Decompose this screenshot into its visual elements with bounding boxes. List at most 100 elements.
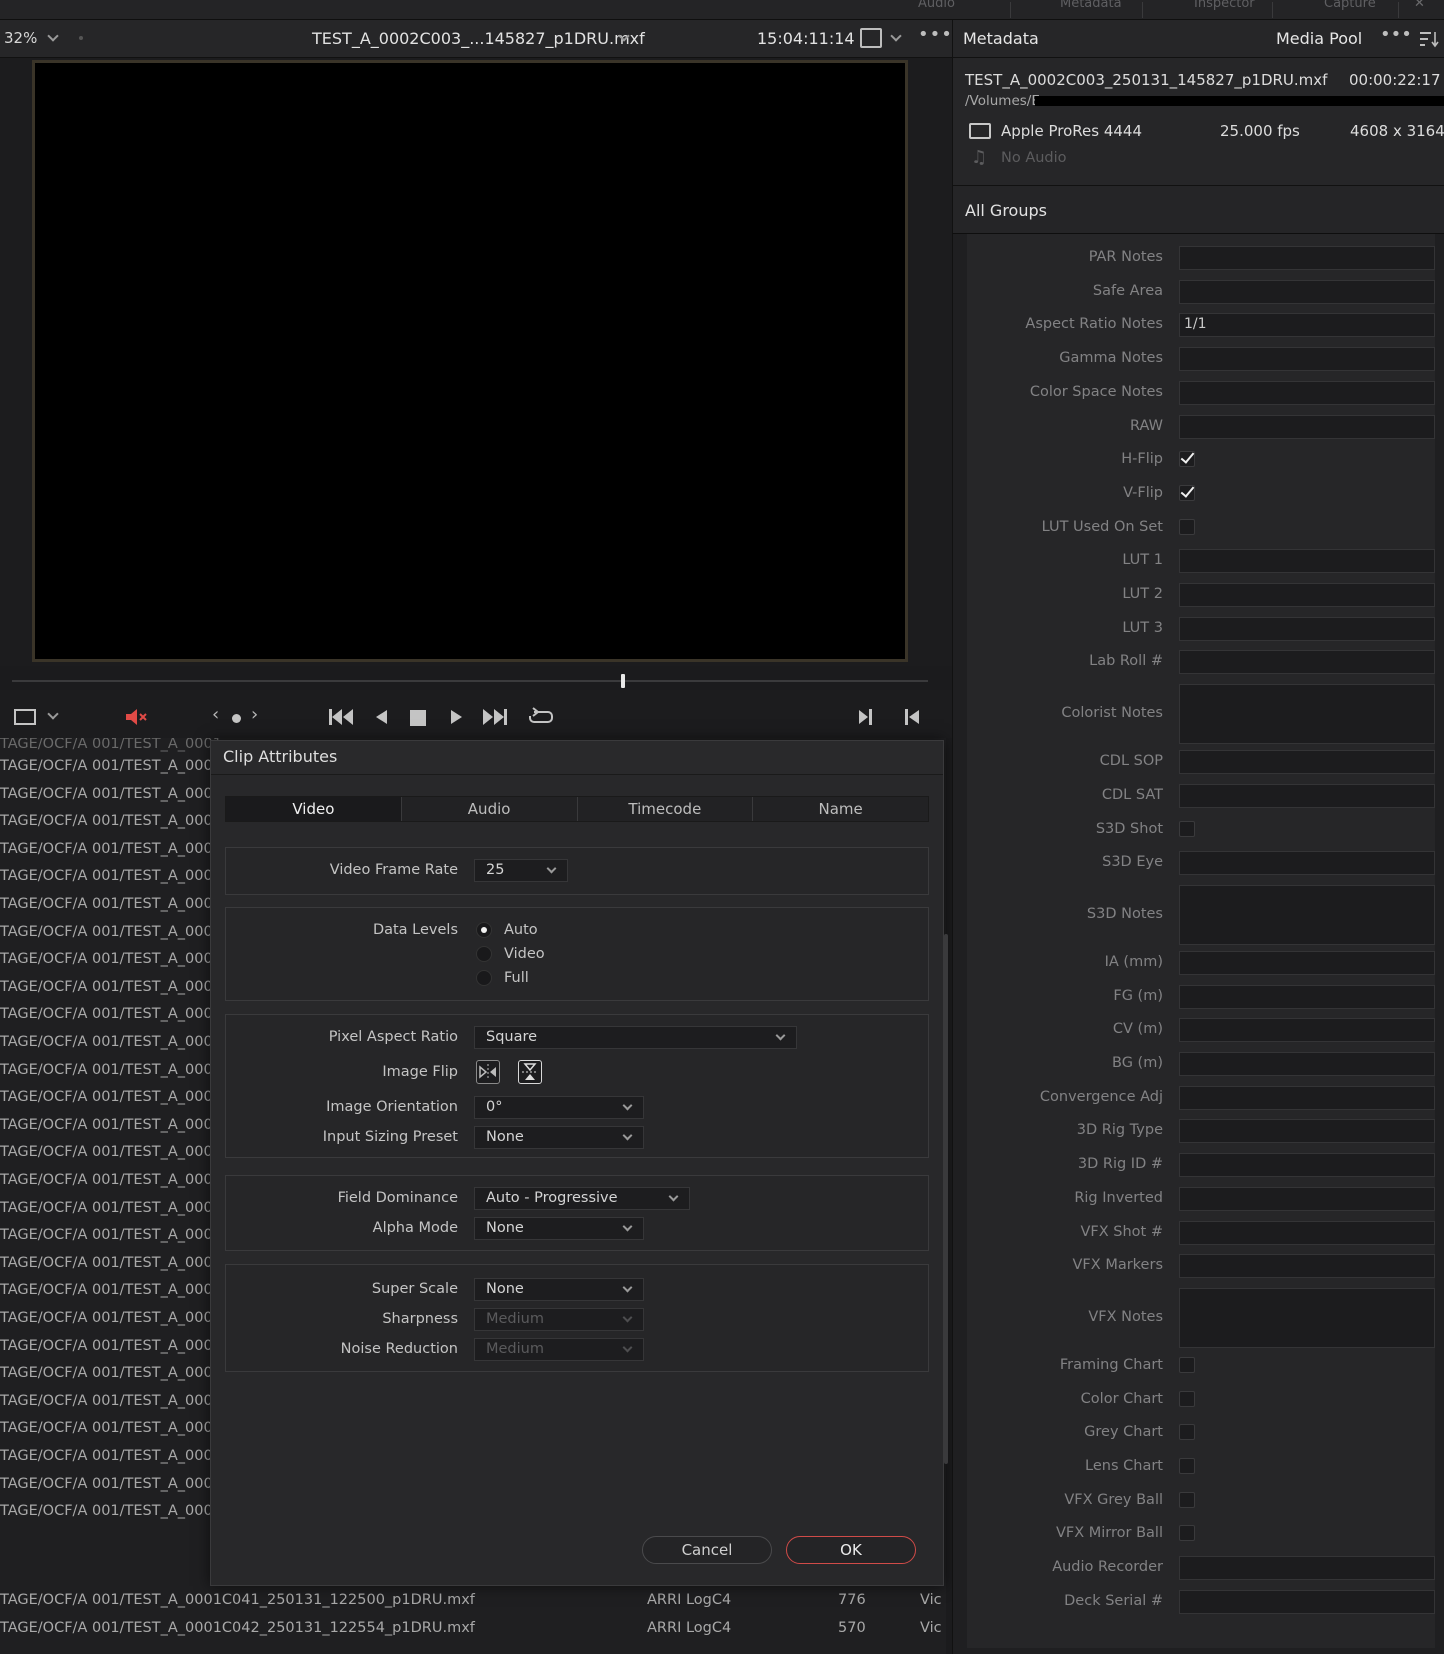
metadata-checkbox[interactable] xyxy=(1179,1458,1195,1474)
metadata-checkbox[interactable] xyxy=(1179,1356,1195,1373)
metadata-text-field[interactable] xyxy=(1179,650,1435,675)
group-label[interactable]: All Groups xyxy=(965,201,1047,220)
marker-dot-icon[interactable] xyxy=(232,714,241,723)
tab-inspector[interactable]: Inspector xyxy=(1194,0,1255,20)
clip-name[interactable]: TEST_A_0002C003_...145827_p1DRU.mxf xyxy=(312,29,645,48)
cancel-button[interactable]: Cancel xyxy=(642,1536,772,1564)
data-levels-video-radio[interactable] xyxy=(476,946,492,962)
video-frame-rate-select[interactable]: 25 xyxy=(474,859,568,882)
transport-controls: ‹ › xyxy=(0,690,952,738)
mark-in-icon[interactable] xyxy=(858,708,874,726)
metadata-text-field[interactable] xyxy=(1179,1153,1435,1178)
metadata-checkbox[interactable] xyxy=(1179,1525,1195,1542)
metadata-group-selector[interactable]: All Groups xyxy=(952,186,1444,234)
metadata-textarea[interactable] xyxy=(1179,1287,1435,1348)
metadata-checkbox[interactable] xyxy=(1179,1491,1195,1508)
metadata-checkbox[interactable] xyxy=(1179,820,1195,837)
metadata-text-field[interactable] xyxy=(1179,1018,1435,1043)
metadata-text-field[interactable] xyxy=(1179,783,1435,808)
monitor-icon[interactable] xyxy=(860,28,882,48)
metadata-text-field[interactable] xyxy=(1179,1186,1435,1211)
chevron-down-icon[interactable] xyxy=(890,30,902,42)
viewer-mode-icon[interactable] xyxy=(14,709,36,725)
metadata-row: CDL SAT xyxy=(967,783,1435,808)
metadata-text-field[interactable] xyxy=(1179,1220,1435,1245)
next-marker-icon[interactable]: › xyxy=(251,704,258,725)
metadata-text-field[interactable] xyxy=(1179,1119,1435,1144)
jump-to-start-icon[interactable] xyxy=(328,708,354,726)
media-pool-button[interactable]: Media Pool xyxy=(1276,29,1362,48)
field-dominance-select[interactable]: Auto - Progressive xyxy=(474,1187,690,1210)
play-reverse-icon[interactable] xyxy=(374,708,388,726)
tab-video[interactable]: Video xyxy=(226,797,402,821)
more-options-icon[interactable]: ••• xyxy=(918,24,953,45)
chevron-down-icon[interactable] xyxy=(47,30,59,42)
chevron-down-icon[interactable] xyxy=(47,708,59,720)
metadata-text-field[interactable] xyxy=(1179,347,1435,372)
mark-out-icon[interactable] xyxy=(904,708,920,726)
metadata-text-field[interactable] xyxy=(1179,851,1435,876)
metadata-text-field[interactable] xyxy=(1179,1589,1435,1614)
image-orientation-select[interactable]: 0° xyxy=(474,1096,644,1119)
input-sizing-preset-select[interactable]: None xyxy=(474,1126,644,1149)
more-options-icon[interactable]: ••• xyxy=(1380,24,1412,45)
tab-metadata[interactable]: Metadata xyxy=(1060,0,1122,20)
tab-audio[interactable]: Audio xyxy=(402,797,578,821)
metadata-text-field[interactable] xyxy=(1179,616,1435,641)
metadata-checkbox[interactable] xyxy=(1179,518,1195,535)
super-scale-select[interactable]: None xyxy=(474,1278,644,1301)
tab-audio[interactable]: Audio xyxy=(918,0,955,20)
bin-scrollbar[interactable] xyxy=(944,934,948,1464)
table-row[interactable]: TAGE/OCF/A 001/TEST_A_0001C041_250131_12… xyxy=(0,1588,946,1615)
metadata-text-field[interactable] xyxy=(1179,950,1435,975)
metadata-text-field[interactable] xyxy=(1179,1052,1435,1076)
alpha-mode-value: None xyxy=(486,1220,524,1236)
tab-name[interactable]: Name xyxy=(753,797,928,821)
divider xyxy=(1142,2,1143,18)
pixel-aspect-ratio-select[interactable]: Square xyxy=(474,1026,797,1049)
metadata-checkbox[interactable] xyxy=(1179,1424,1195,1441)
metadata-text-field[interactable] xyxy=(1179,750,1435,775)
jump-to-end-icon[interactable] xyxy=(482,708,508,726)
loop-icon[interactable] xyxy=(528,706,554,728)
metadata-text-field[interactable] xyxy=(1179,380,1435,405)
scrubber-track[interactable] xyxy=(12,680,928,682)
metadata-checkbox[interactable] xyxy=(1179,451,1195,468)
metadata-text-field[interactable]: 1/1 xyxy=(1179,313,1435,338)
metadata-field-label: S3D Shot xyxy=(1095,820,1163,837)
tab-timecode[interactable]: Timecode xyxy=(578,797,754,821)
data-levels-full-radio[interactable] xyxy=(476,970,492,986)
metadata-text-field[interactable] xyxy=(1179,1085,1435,1110)
table-row[interactable]: TAGE/OCF/A 001/TEST_A_0001C042_250131_12… xyxy=(0,1616,946,1643)
zoom-level[interactable]: 32% xyxy=(4,29,37,47)
tab-capture[interactable]: Capture xyxy=(1324,0,1376,20)
metadata-text-field[interactable] xyxy=(1179,279,1435,304)
data-levels-auto-radio[interactable] xyxy=(476,922,492,938)
horizontal-flip-button[interactable] xyxy=(476,1060,500,1084)
metadata-text-field[interactable] xyxy=(1179,1556,1435,1581)
alpha-mode-select[interactable]: None xyxy=(474,1217,644,1240)
metadata-textarea[interactable] xyxy=(1179,684,1435,745)
metadata-textarea[interactable] xyxy=(1179,884,1435,945)
metadata-text-field[interactable] xyxy=(1179,246,1435,270)
clip-duration: 00:00:22:17 xyxy=(1349,71,1441,89)
playhead[interactable] xyxy=(621,674,625,688)
metadata-checkbox[interactable] xyxy=(1179,484,1195,501)
vertical-flip-button[interactable] xyxy=(518,1060,542,1084)
metadata-field-label: Framing Chart xyxy=(1059,1356,1163,1373)
mute-icon[interactable] xyxy=(124,707,150,727)
metadata-checkbox[interactable] xyxy=(1179,1390,1195,1407)
metadata-text-field[interactable] xyxy=(1179,583,1435,607)
metadata-text-field[interactable] xyxy=(1179,549,1435,574)
metadata-text-field[interactable] xyxy=(1179,984,1435,1009)
close-icon[interactable]: ✕ xyxy=(1414,0,1425,20)
play-icon[interactable] xyxy=(450,708,464,726)
stop-icon[interactable] xyxy=(410,710,426,726)
timecode[interactable]: 15:04:11:14 xyxy=(757,29,855,48)
video-frame-rate-value: 25 xyxy=(486,862,505,878)
metadata-text-field[interactable] xyxy=(1179,414,1435,439)
prev-marker-icon[interactable]: ‹ xyxy=(212,704,219,725)
sort-icon[interactable] xyxy=(1419,30,1439,48)
metadata-text-field[interactable] xyxy=(1179,1254,1435,1279)
ok-button[interactable]: OK xyxy=(786,1536,916,1564)
